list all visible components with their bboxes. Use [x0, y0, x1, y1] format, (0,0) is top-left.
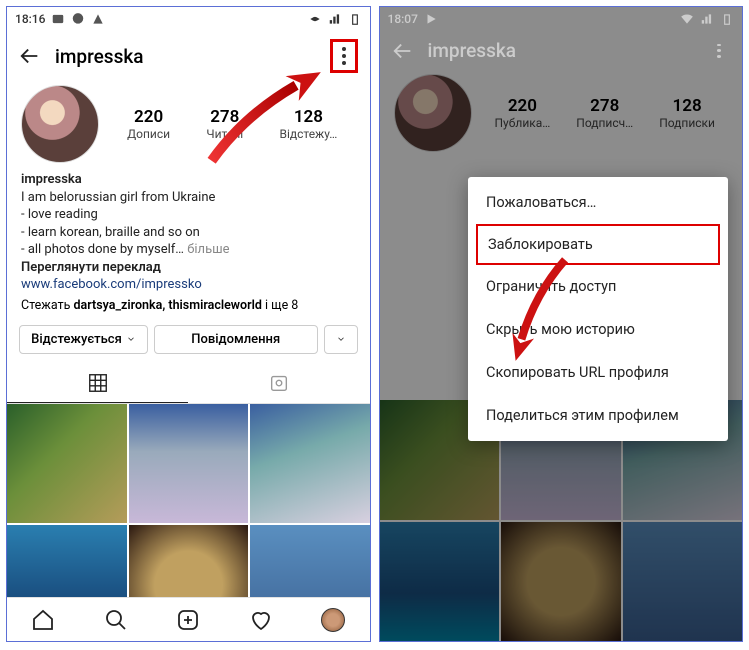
profile-icon[interactable] [321, 608, 345, 632]
profile-tabs [7, 364, 370, 404]
search-icon[interactable] [104, 608, 128, 632]
menu-block[interactable]: Заблокировать [476, 224, 720, 265]
translate-link[interactable]: Переглянути переклад [21, 259, 356, 277]
status-bar: 18:16 [7, 7, 370, 31]
menu-share[interactable]: Поделиться этим профилем [468, 394, 728, 437]
signal-icon [700, 12, 714, 26]
stat-posts[interactable]: 220Дописи [127, 107, 170, 141]
status-time: 18:16 [15, 12, 45, 26]
message-button[interactable]: Повідомлення [154, 325, 318, 354]
status-time: 18:07 [388, 12, 418, 26]
screenshot-right: 18:07 impresska 220Публика… 278Подписч… … [379, 6, 744, 642]
back-icon[interactable] [19, 45, 41, 67]
more-link[interactable]: більше [187, 242, 229, 257]
stat-followers[interactable]: 278Читачі [206, 107, 243, 141]
photo-thumb[interactable] [380, 522, 500, 642]
battery-icon [348, 12, 362, 26]
heart-icon[interactable] [249, 608, 273, 632]
screenshot-left: 18:16 impresska 220Дописи 278Читачі 128В… [6, 6, 371, 642]
add-icon[interactable] [176, 608, 200, 632]
avatar[interactable] [394, 74, 472, 152]
options-menu: Пожаловаться… Заблокировать Ограничить д… [468, 177, 728, 441]
followed-by[interactable]: Стежать dartsya_zironka, thismiracleworl… [7, 296, 370, 315]
more-options-button[interactable] [708, 40, 730, 62]
photo-thumb[interactable] [623, 522, 743, 642]
menu-restrict[interactable]: Ограничить доступ [468, 265, 728, 308]
photo-thumb[interactable] [501, 522, 621, 642]
bio-name: impresska [21, 171, 356, 189]
menu-hide-story[interactable]: Скрыть мою историю [468, 308, 728, 351]
menu-copy-url[interactable]: Скопировать URL профиля [468, 351, 728, 394]
photo-thumb[interactable] [7, 404, 127, 524]
status-bar: 18:07 [380, 7, 743, 31]
messenger-icon [71, 12, 85, 26]
battery-icon [720, 12, 734, 26]
wifi-icon [680, 12, 694, 26]
signal-icon [328, 12, 342, 26]
bio: impresska I am belorussian girl from Ukr… [7, 169, 370, 296]
following-button[interactable]: Відстежується [19, 325, 148, 354]
wifi-icon [308, 12, 322, 26]
header-username: impresska [55, 45, 316, 68]
profile-header: impresska [380, 31, 743, 70]
photo-thumb[interactable] [129, 404, 249, 524]
home-icon[interactable] [31, 608, 55, 632]
profile-summary: 220Дописи 278Читачі 128Відстежу… [7, 81, 370, 169]
stat-following[interactable]: 128Відстежу… [279, 107, 337, 141]
avatar[interactable] [21, 85, 99, 163]
more-options-button[interactable] [330, 39, 358, 73]
menu-report[interactable]: Пожаловаться… [468, 181, 728, 224]
play-icon [424, 12, 438, 26]
tab-grid[interactable] [7, 364, 188, 403]
stat-posts[interactable]: 220Публика… [495, 96, 551, 130]
bottom-nav [7, 597, 370, 641]
header-username: impresska [428, 39, 695, 62]
photo-thumb[interactable] [250, 404, 370, 524]
external-link[interactable]: www.facebook.com/impressko [21, 276, 356, 294]
profile-header: impresska [7, 31, 370, 81]
suggestions-button[interactable] [324, 325, 358, 354]
action-buttons: Відстежується Повідомлення [7, 315, 370, 364]
tab-tagged[interactable] [188, 364, 369, 403]
stat-followers[interactable]: 278Подписч… [576, 96, 633, 130]
gallery-icon [51, 12, 65, 26]
back-icon[interactable] [392, 40, 414, 62]
stat-following[interactable]: 128Подписки [659, 96, 715, 130]
notif-icon [91, 12, 105, 26]
